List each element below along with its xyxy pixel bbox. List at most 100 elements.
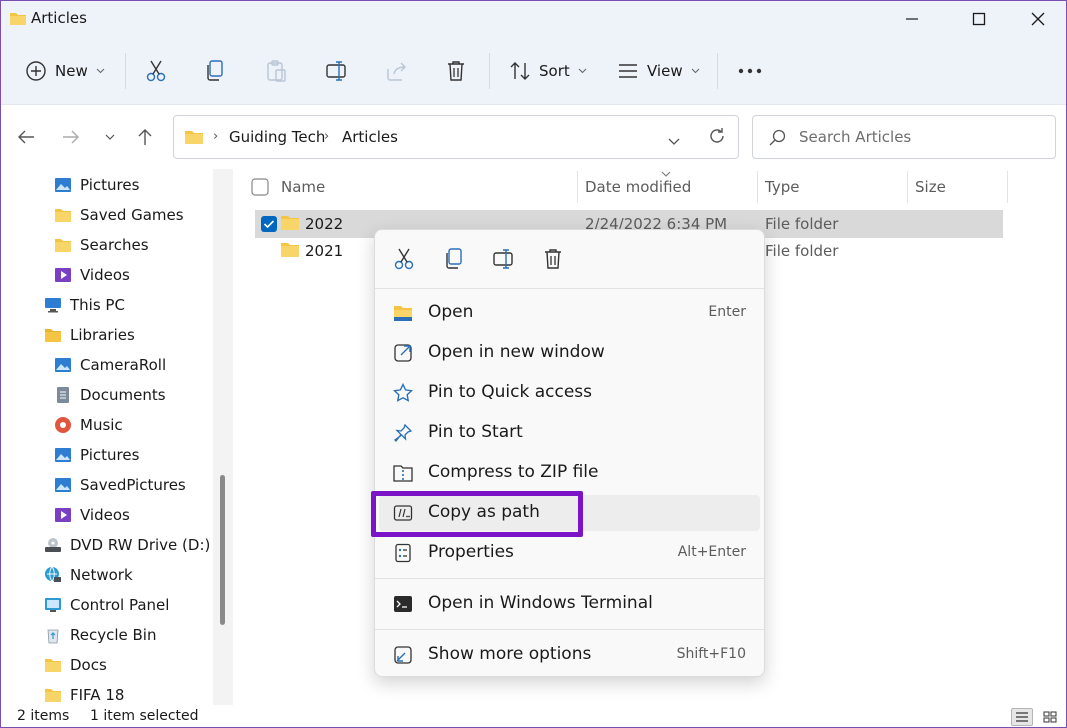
column-type[interactable]: Type — [765, 178, 799, 196]
paste-icon — [267, 60, 286, 82]
sidebar-item-fifa-18[interactable]: FIFA 18 — [43, 680, 124, 705]
minimize-button[interactable] — [889, 1, 935, 37]
chevron-down-icon — [96, 68, 105, 74]
menu-item-open[interactable]: Open Enter — [379, 295, 760, 331]
forward-button[interactable] — [59, 125, 83, 149]
rename-button[interactable] — [325, 51, 349, 91]
breadcrumb-guiding-tech[interactable]: Guiding Tech — [229, 128, 325, 146]
folder-icon — [43, 685, 63, 705]
cut-button[interactable] — [145, 51, 167, 91]
delete-icon — [448, 61, 464, 81]
sort-icon — [510, 62, 530, 80]
details-view-button[interactable] — [1011, 708, 1033, 726]
sidebar-item-label: Saved Games — [80, 206, 184, 224]
sidebar-item-recycle-bin[interactable]: Recycle Bin — [43, 620, 156, 650]
sidebar-item-videos[interactable]: Videos — [53, 260, 130, 290]
chevron-right-icon: › — [324, 129, 330, 144]
menu-item-pin-quick-access[interactable]: Pin to Quick access — [379, 375, 760, 411]
pictures-icon — [53, 355, 73, 375]
folder-icon — [280, 215, 300, 235]
status-selected-count: 1 item selected — [90, 708, 199, 724]
column-name[interactable]: Name — [281, 178, 325, 196]
sidebar-item-label: This PC — [70, 296, 125, 314]
sidebar-item-videos-library[interactable]: Videos — [53, 500, 130, 530]
select-all-checkbox[interactable] — [251, 178, 269, 200]
divider — [717, 53, 718, 89]
folder-icon — [43, 655, 63, 675]
sidebar-item-label: Control Panel — [70, 596, 170, 614]
address-dropdown-icon[interactable] — [668, 132, 680, 150]
sidebar-item-libraries[interactable]: Libraries — [43, 320, 135, 350]
close-icon — [1031, 12, 1045, 26]
folder-icon — [53, 235, 73, 255]
search-icon — [769, 129, 787, 151]
share-icon — [387, 62, 406, 81]
divider — [125, 53, 126, 89]
menu-item-label: Properties — [428, 542, 514, 562]
recent-locations-button[interactable] — [98, 125, 122, 149]
music-icon — [53, 415, 73, 435]
column-size[interactable]: Size — [915, 178, 946, 196]
sidebar-item-label: CameraRoll — [80, 356, 167, 374]
sidebar-item-dvd-drive[interactable]: DVD RW Drive (D:) — [43, 530, 210, 560]
context-delete-button[interactable] — [540, 246, 566, 272]
sidebar-item-label: Music — [80, 416, 123, 434]
delete-button[interactable] — [445, 51, 467, 91]
column-divider[interactable] — [907, 171, 908, 203]
paste-button[interactable] — [265, 51, 287, 91]
more-button[interactable] — [737, 51, 763, 91]
sidebar-item-music[interactable]: Music — [53, 410, 123, 440]
address-bar[interactable]: › Guiding Tech › Articles — [173, 115, 739, 159]
row-checkbox[interactable] — [260, 215, 278, 237]
sidebar-item-network[interactable]: Network — [43, 560, 133, 590]
menu-item-properties[interactable]: Properties Alt+Enter — [379, 535, 760, 571]
address-row: › Guiding Tech › Articles — [1, 105, 1066, 169]
column-divider[interactable] — [757, 171, 758, 203]
menu-item-pin-start[interactable]: Pin to Start — [379, 415, 760, 451]
sidebar-item-pictures-library[interactable]: Pictures — [53, 440, 139, 470]
column-divider[interactable] — [577, 171, 578, 203]
sidebar-item-docs[interactable]: Docs — [43, 650, 107, 680]
context-cut-button[interactable] — [391, 246, 417, 272]
breadcrumb-articles[interactable]: Articles — [342, 128, 398, 146]
menu-item-show-more-options[interactable]: Show more options Shift+F10 — [379, 637, 760, 673]
sidebar-item-control-panel[interactable]: Control Panel — [43, 590, 169, 620]
sidebar-item-saved-games[interactable]: Saved Games — [53, 200, 184, 230]
menu-item-open-new-window[interactable]: Open in new window — [379, 335, 760, 371]
sidebar-item-pictures[interactable]: Pictures — [53, 170, 139, 200]
sidebar-scrollbar-thumb[interactable] — [220, 475, 225, 625]
column-divider[interactable] — [1007, 171, 1008, 203]
this-pc-icon — [43, 295, 63, 315]
menu-item-label: Open in new window — [428, 342, 605, 362]
sort-button[interactable]: Sort — [509, 51, 587, 91]
copy-button[interactable] — [205, 51, 225, 91]
sidebar-item-label: Videos — [80, 506, 130, 524]
pictures-icon — [53, 445, 73, 465]
sidebar-item-cameraroll[interactable]: CameraRoll — [53, 350, 166, 380]
new-button[interactable]: New — [25, 51, 105, 91]
context-copy-button[interactable] — [441, 246, 467, 272]
close-button[interactable] — [1015, 1, 1061, 37]
refresh-icon[interactable] — [708, 127, 726, 149]
up-button[interactable] — [133, 125, 157, 149]
sidebar-item-searches[interactable]: Searches — [53, 230, 149, 260]
divider — [489, 53, 490, 89]
zip-icon — [393, 463, 413, 483]
back-button[interactable] — [14, 125, 38, 149]
tiles-view-button[interactable] — [1039, 708, 1061, 726]
menu-item-windows-terminal[interactable]: Open in Windows Terminal — [379, 586, 760, 622]
sidebar-item-this-pc[interactable]: This PC — [43, 290, 125, 320]
share-button[interactable] — [385, 51, 409, 91]
column-date-modified[interactable]: Date modified — [585, 178, 691, 196]
search-input[interactable] — [799, 125, 1039, 149]
maximize-button[interactable] — [956, 1, 1002, 37]
menu-item-compress-zip[interactable]: Compress to ZIP file — [379, 455, 760, 491]
sidebar-item-savedpictures[interactable]: SavedPictures — [53, 470, 186, 500]
context-rename-button[interactable] — [491, 246, 517, 272]
sidebar-item-label: Videos — [80, 266, 130, 284]
sidebar-item-documents[interactable]: Documents — [53, 380, 166, 410]
view-button[interactable]: View — [617, 51, 700, 91]
file-explorer-window: Articles New Sort View › Guiding Tech › … — [0, 0, 1067, 728]
sidebar-item-label: Recycle Bin — [70, 626, 157, 644]
chevron-down-icon — [578, 68, 587, 74]
